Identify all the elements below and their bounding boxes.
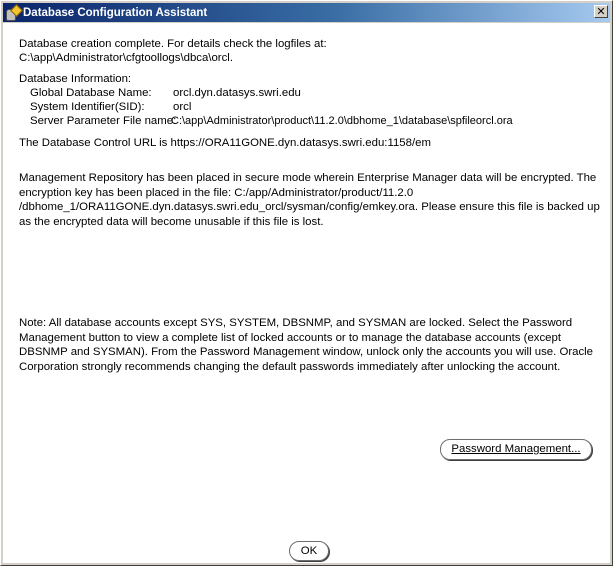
spfile-label: Server Parameter File name: [30, 115, 177, 127]
dialog-content: Database creation complete. For details … [3, 23, 610, 563]
dialog-window: Database Configuration Assistant ✕ Datab… [0, 0, 613, 566]
completion-message: Database creation complete. For details … [19, 38, 327, 50]
ok-button[interactable]: OK [289, 541, 329, 561]
sid-value: orcl [173, 101, 192, 113]
password-management-button[interactable]: Password Management... [440, 439, 592, 460]
global-db-name-value: orcl.dyn.datasys.swri.edu [173, 87, 301, 99]
spfile-value: C:\app\Administrator\product\11.2.0\dbho… [171, 115, 513, 127]
sid-label: System Identifier(SID): [30, 101, 145, 113]
ok-label: OK [300, 545, 318, 557]
accounts-note: Note: All database accounts except SYS, … [19, 317, 594, 373]
control-url-text: The Database Control URL is https://ORA1… [19, 137, 431, 149]
title-bar[interactable]: Database Configuration Assistant ✕ [3, 3, 610, 22]
global-db-name-label: Global Database Name: [30, 87, 152, 99]
window-title: Database Configuration Assistant [23, 6, 208, 19]
database-wizard-icon [6, 3, 23, 21]
password-management-label: Password Management... [451, 443, 581, 455]
db-info-heading: Database Information: [19, 73, 132, 85]
close-icon[interactable]: ✕ [594, 5, 608, 18]
repository-note: Management Repository has been placed in… [19, 172, 600, 228]
logfile-path: C:\app\Administrator\cfgtoollogs\dbca\or… [19, 52, 233, 64]
